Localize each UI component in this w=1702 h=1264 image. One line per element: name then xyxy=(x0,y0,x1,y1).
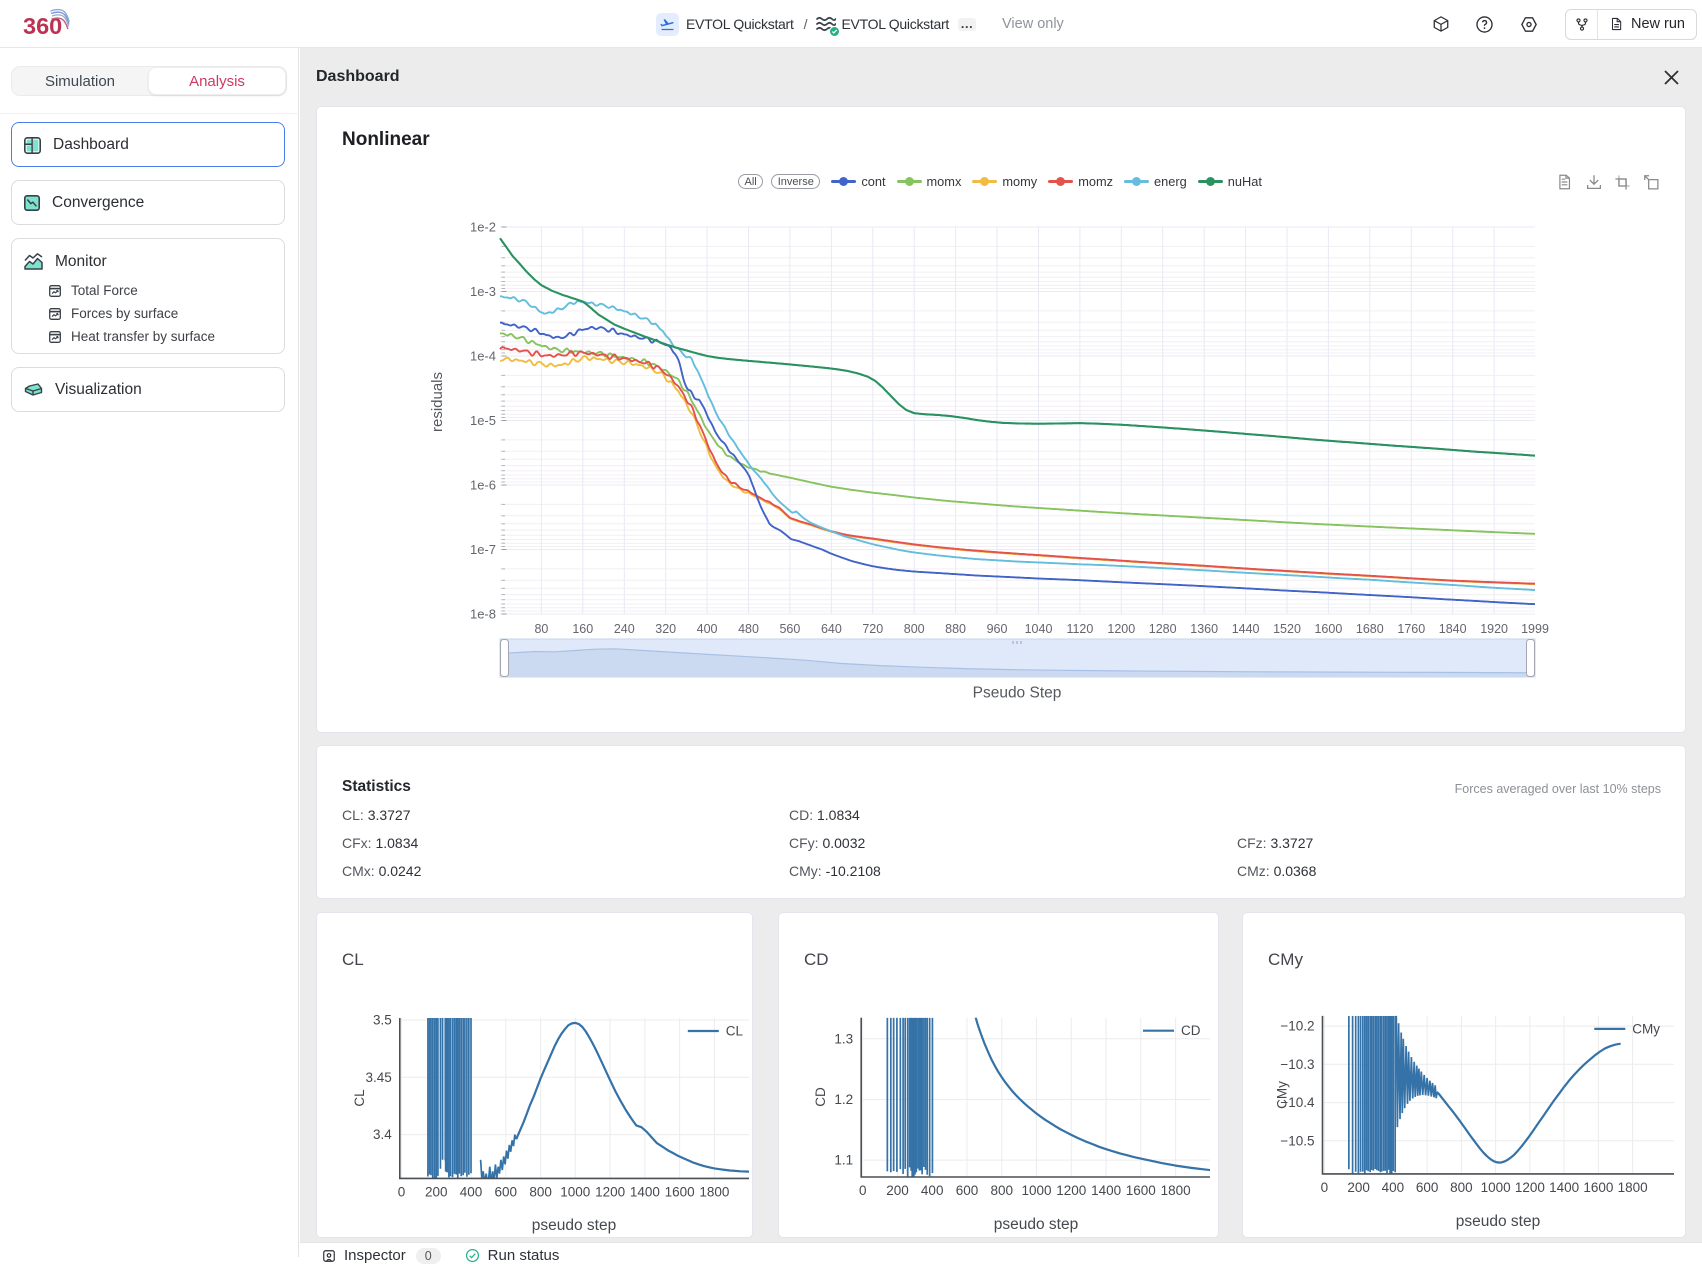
svg-text:1800: 1800 xyxy=(699,1184,729,1199)
svg-text:1200: 1200 xyxy=(595,1184,625,1199)
svg-text:1200: 1200 xyxy=(1107,622,1135,636)
svg-text:3.5: 3.5 xyxy=(373,1013,392,1028)
svg-text:880: 880 xyxy=(945,622,966,636)
svg-text:200: 200 xyxy=(1347,1180,1370,1195)
svg-text:1e-3: 1e-3 xyxy=(470,284,496,299)
svg-text:1520: 1520 xyxy=(1273,622,1301,636)
svg-text:CD: CD xyxy=(813,1087,828,1107)
svg-text:1800: 1800 xyxy=(1161,1183,1191,1198)
svg-text:residuals: residuals xyxy=(429,372,446,432)
svg-text:200: 200 xyxy=(886,1183,909,1198)
svg-text:1e-4: 1e-4 xyxy=(470,349,496,364)
svg-text:600: 600 xyxy=(1416,1180,1439,1195)
svg-text:3.4: 3.4 xyxy=(373,1127,392,1142)
svg-text:1360: 1360 xyxy=(1190,622,1218,636)
svg-text:1000: 1000 xyxy=(1481,1180,1511,1195)
svg-text:1999: 1999 xyxy=(1521,622,1549,636)
svg-text:Pseudo Step: Pseudo Step xyxy=(973,685,1062,702)
svg-text:1600: 1600 xyxy=(1314,622,1342,636)
svg-text:1.2: 1.2 xyxy=(834,1092,853,1107)
svg-text:0: 0 xyxy=(398,1184,406,1199)
svg-text:1.1: 1.1 xyxy=(834,1153,853,1168)
svg-text:1800: 1800 xyxy=(1618,1180,1648,1195)
svg-text:1280: 1280 xyxy=(1149,622,1177,636)
svg-text:1e-5: 1e-5 xyxy=(470,413,496,428)
svg-text:400: 400 xyxy=(1382,1180,1405,1195)
svg-text:CMy: CMy xyxy=(1275,1081,1290,1109)
svg-text:1400: 1400 xyxy=(1091,1183,1121,1198)
svg-text:1680: 1680 xyxy=(1356,622,1384,636)
svg-text:1600: 1600 xyxy=(665,1184,695,1199)
svg-text:1920: 1920 xyxy=(1480,622,1508,636)
svg-text:pseudo step: pseudo step xyxy=(532,1217,616,1234)
svg-text:CL: CL xyxy=(352,1089,367,1107)
svg-text:−10.3: −10.3 xyxy=(1280,1057,1314,1072)
svg-text:800: 800 xyxy=(1450,1180,1473,1195)
svg-text:0: 0 xyxy=(1321,1180,1329,1195)
svg-text:1.3: 1.3 xyxy=(834,1031,853,1046)
svg-text:1120: 1120 xyxy=(1066,622,1093,636)
svg-text:800: 800 xyxy=(904,622,925,636)
svg-text:720: 720 xyxy=(862,622,883,636)
svg-text:160: 160 xyxy=(572,622,593,636)
svg-text:1600: 1600 xyxy=(1583,1180,1613,1195)
svg-text:80: 80 xyxy=(534,622,548,636)
svg-text:360: 360 xyxy=(23,13,62,39)
svg-text:240: 240 xyxy=(614,622,635,636)
svg-text:1e-7: 1e-7 xyxy=(470,542,496,557)
svg-text:1e-8: 1e-8 xyxy=(470,607,496,622)
svg-text:1760: 1760 xyxy=(1397,622,1425,636)
svg-text:1600: 1600 xyxy=(1126,1183,1156,1198)
svg-text:480: 480 xyxy=(738,622,759,636)
svg-text:1000: 1000 xyxy=(560,1184,590,1199)
svg-text:560: 560 xyxy=(779,622,800,636)
svg-text:pseudo step: pseudo step xyxy=(994,1216,1078,1233)
svg-text:400: 400 xyxy=(921,1183,944,1198)
svg-text:1440: 1440 xyxy=(1232,622,1260,636)
svg-text:640: 640 xyxy=(821,622,842,636)
svg-text:600: 600 xyxy=(956,1183,979,1198)
svg-text:1040: 1040 xyxy=(1025,622,1053,636)
svg-text:CL: CL xyxy=(726,1024,744,1039)
svg-text:800: 800 xyxy=(529,1184,552,1199)
svg-text:−10.2: −10.2 xyxy=(1280,1019,1314,1034)
svg-text:−10.5: −10.5 xyxy=(1280,1133,1314,1148)
svg-text:960: 960 xyxy=(987,622,1008,636)
svg-text:1400: 1400 xyxy=(630,1184,660,1199)
svg-text:CD: CD xyxy=(1181,1023,1201,1038)
svg-text:400: 400 xyxy=(697,622,718,636)
svg-text:1400: 1400 xyxy=(1549,1180,1579,1195)
svg-text:600: 600 xyxy=(495,1184,518,1199)
svg-text:1000: 1000 xyxy=(1021,1183,1051,1198)
svg-text:3.45: 3.45 xyxy=(366,1070,392,1085)
svg-text:1e-2: 1e-2 xyxy=(470,220,496,235)
svg-text:1200: 1200 xyxy=(1515,1180,1545,1195)
svg-text:200: 200 xyxy=(425,1184,448,1199)
svg-text:800: 800 xyxy=(991,1183,1014,1198)
svg-text:pseudo step: pseudo step xyxy=(1456,1213,1540,1230)
svg-text:400: 400 xyxy=(460,1184,483,1199)
svg-text:0: 0 xyxy=(859,1183,867,1198)
svg-text:1e-6: 1e-6 xyxy=(470,478,496,493)
svg-text:320: 320 xyxy=(655,622,676,636)
svg-text:CMy: CMy xyxy=(1632,1021,1660,1036)
svg-text:1840: 1840 xyxy=(1439,622,1467,636)
svg-text:1200: 1200 xyxy=(1056,1183,1086,1198)
